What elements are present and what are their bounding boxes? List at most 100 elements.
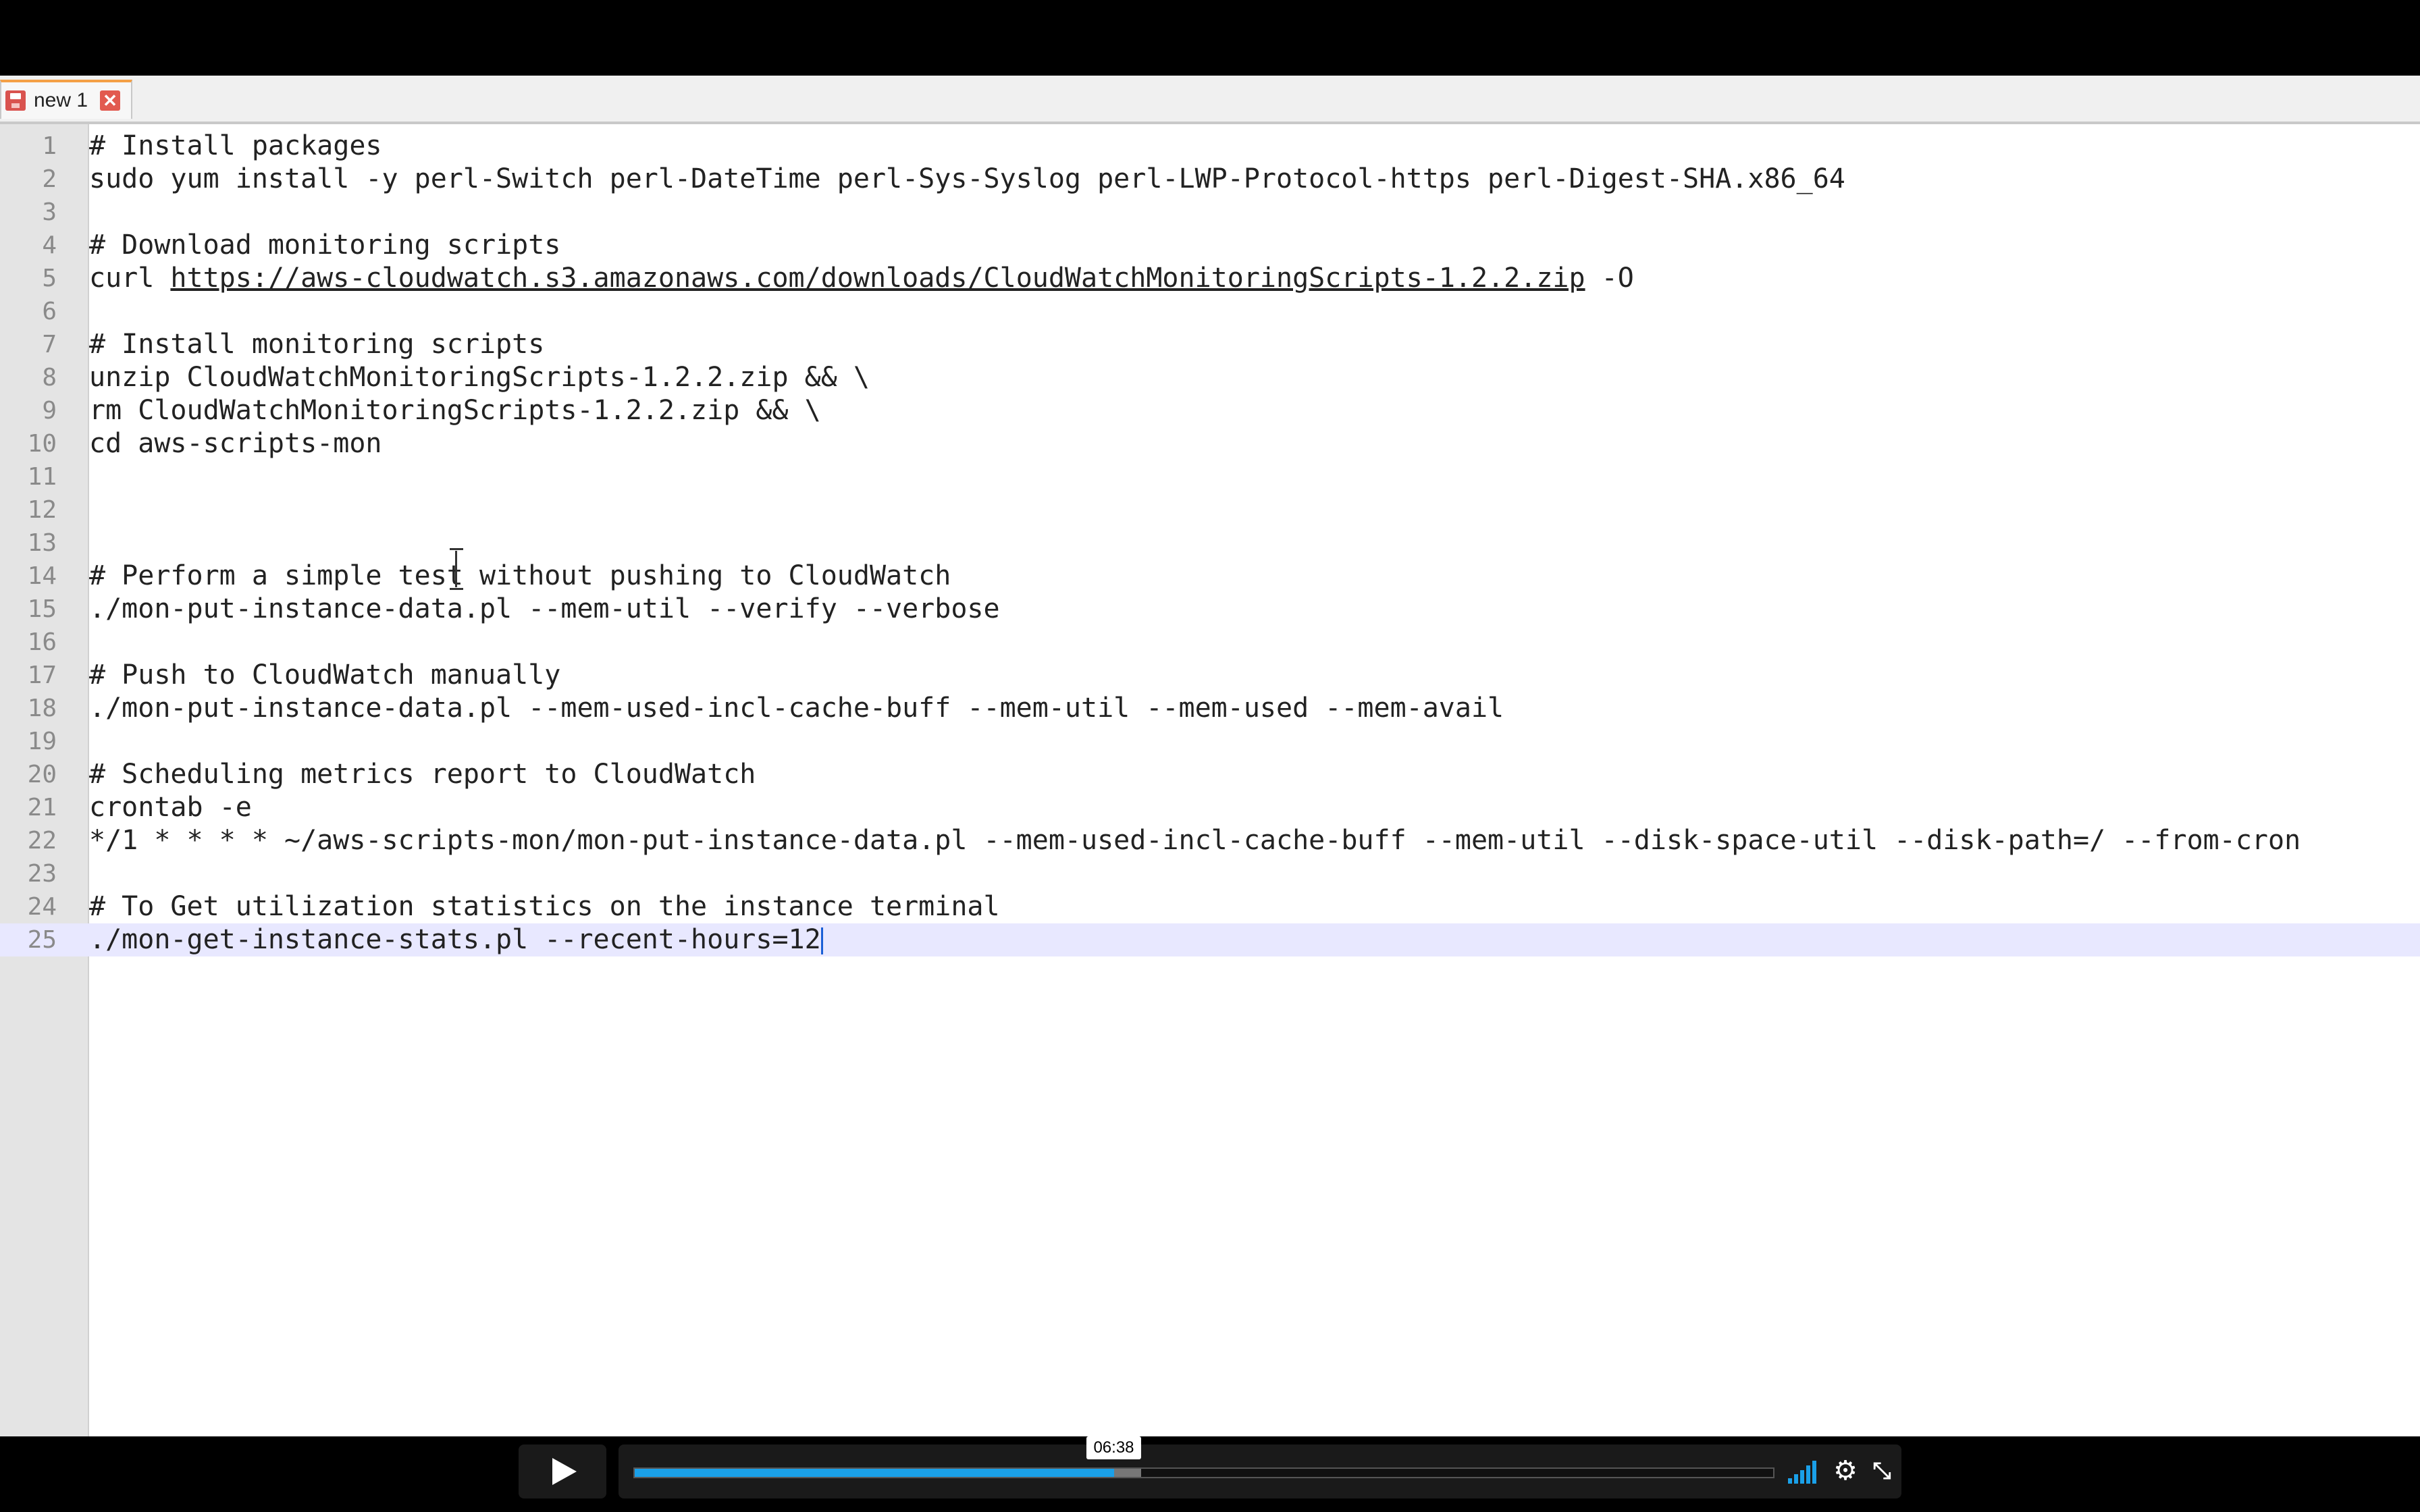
code-text-content: */1 * * * * ~/aws-scripts-mon/mon-put-in… [89, 825, 2301, 856]
play-button[interactable] [519, 1444, 606, 1498]
progress-bar[interactable] [633, 1467, 1774, 1478]
line-number: 25 [27, 926, 57, 954]
code-text[interactable]: ./mon-put-instance-data.pl --mem-used-in… [89, 692, 1504, 725]
line-number: 21 [27, 794, 57, 821]
code-line[interactable]: 21 crontab -e [0, 791, 2420, 824]
code-text-content: sudo yum install -y perl-Switch perl-Dat… [89, 163, 1845, 194]
download-url-link[interactable]: https://aws-cloudwatch.s3.amazonaws.com/… [170, 263, 1585, 294]
code-line[interactable]: 19 [0, 725, 2420, 758]
code-line[interactable]: 13 [0, 526, 2420, 560]
code-text-content: unzip CloudWatchMonitoringScripts-1.2.2.… [89, 362, 870, 393]
code-text-content: crontab -e [89, 792, 252, 823]
code-text[interactable]: crontab -e [89, 791, 252, 824]
code-text[interactable]: # Perform a simple test without pushing … [89, 560, 951, 593]
line-number: 2 [42, 165, 57, 193]
code-text[interactable]: # Scheduling metrics report to CloudWatc… [89, 758, 756, 791]
line-number: 16 [27, 628, 57, 656]
line-number: 8 [42, 364, 57, 392]
line-number: 15 [27, 595, 57, 623]
code-text[interactable]: sudo yum install -y perl-Switch perl-Dat… [89, 163, 1845, 196]
code-text-prefix: curl [89, 263, 171, 294]
text-editor-window: new 1 ✕ 1 # Install packages 2 sudo yum ins… [0, 76, 2420, 1436]
unsaved-file-icon [5, 90, 26, 111]
code-text[interactable]: # Push to CloudWatch manually [89, 659, 560, 692]
code-line[interactable]: 23 [0, 857, 2420, 890]
code-text[interactable]: # Install packages [89, 130, 382, 163]
code-line[interactable]: 10 cd aws-scripts-mon [0, 427, 2420, 460]
code-text[interactable]: # Install monitoring scripts [89, 328, 544, 361]
line-number: 10 [27, 430, 57, 458]
code-line[interactable]: 24 # To Get utilization statistics on the… [0, 890, 2420, 923]
code-text-content: ./mon-get-instance-stats.pl --recent-hou… [89, 924, 821, 955]
video-player-controls: 06:38 ⚙ ⤡ [0, 1436, 2420, 1512]
code-line[interactable]: 5 curl https://aws-cloudwatch.s3.amazonaw… [0, 262, 2420, 295]
text-caret [820, 927, 823, 954]
code-text[interactable]: curl https://aws-cloudwatch.s3.amazonaws… [89, 262, 1634, 295]
code-line[interactable]: 12 [0, 493, 2420, 526]
code-line[interactable]: 6 [0, 295, 2420, 328]
code-text[interactable]: # To Get utilization statistics on the i… [89, 890, 1000, 923]
code-text-content: # Perform a simple test without pushing … [89, 560, 951, 591]
text-cursor-icon [450, 548, 463, 590]
progress-played [635, 1469, 1114, 1477]
code-text-suffix: -O [1585, 263, 1634, 294]
code-line[interactable]: 20 # Scheduling metrics report to CloudWa… [0, 758, 2420, 791]
line-number: 24 [27, 893, 57, 921]
code-text[interactable]: unzip CloudWatchMonitoringScripts-1.2.2.… [89, 361, 870, 394]
code-line[interactable]: 9 rm CloudWatchMonitoringScripts-1.2.2.zi… [0, 394, 2420, 427]
line-number: 17 [27, 662, 57, 689]
code-line[interactable]: 11 [0, 460, 2420, 493]
code-text[interactable]: cd aws-scripts-mon [89, 427, 382, 460]
code-line[interactable]: 4 # Download monitoring scripts [0, 229, 2420, 262]
tab-close-icon[interactable]: ✕ [100, 90, 120, 111]
line-number: 13 [27, 529, 57, 557]
code-text[interactable]: ./mon-get-instance-stats.pl --recent-hou… [89, 923, 823, 956]
line-number: 14 [27, 562, 57, 590]
line-number: 23 [27, 860, 57, 888]
gear-icon[interactable]: ⚙ [1831, 1457, 1860, 1485]
code-line[interactable]: 3 [0, 196, 2420, 229]
code-line[interactable]: 15 ./mon-put-instance-data.pl --mem-util … [0, 593, 2420, 626]
volume-icon[interactable] [1788, 1459, 1820, 1484]
current-time-badge: 06:38 [1086, 1436, 1141, 1459]
code-line[interactable]: 7 # Install monitoring scripts [0, 328, 2420, 361]
code-line[interactable]: 25 ./mon-get-instance-stats.pl --recent-h… [0, 923, 2420, 956]
code-text[interactable]: rm CloudWatchMonitoringScripts-1.2.2.zip… [89, 394, 821, 427]
code-text[interactable]: ./mon-put-instance-data.pl --mem-util --… [89, 593, 1000, 626]
line-number: 19 [27, 728, 57, 755]
code-line[interactable]: 14 # Perform a simple test without pushin… [0, 560, 2420, 593]
fullscreen-icon[interactable]: ⤡ [1868, 1457, 1896, 1485]
code-text-content: # Download monitoring scripts [89, 230, 561, 261]
line-number: 18 [27, 695, 57, 722]
code-line[interactable]: 1 # Install packages [0, 130, 2420, 163]
code-text-content: # Scheduling metrics report to CloudWatc… [89, 759, 756, 790]
line-number: 5 [42, 265, 57, 292]
code-editor[interactable]: 1 # Install packages 2 sudo yum install -y … [0, 124, 2420, 1436]
tab-new-1[interactable]: new 1 ✕ [0, 80, 132, 119]
line-number: 3 [42, 198, 57, 226]
line-number: 7 [42, 331, 57, 358]
code-line[interactable]: 22 */1 * * * * ~/aws-scripts-mon/mon-put-… [0, 824, 2420, 857]
code-text-content: ./mon-put-instance-data.pl --mem-util --… [89, 593, 1000, 624]
line-number: 1 [42, 132, 57, 160]
code-line[interactable]: 2 sudo yum install -y perl-Switch perl-Da… [0, 163, 2420, 196]
code-text-content: # Install packages [89, 130, 382, 161]
code-text-content: cd aws-scripts-mon [89, 428, 382, 459]
code-text-content: # To Get utilization statistics on the i… [89, 891, 1000, 922]
line-number: 22 [27, 827, 57, 855]
code-line[interactable]: 8 unzip CloudWatchMonitoringScripts-1.2.2… [0, 361, 2420, 394]
line-number: 9 [42, 397, 57, 425]
line-number: 12 [27, 496, 57, 524]
code-line[interactable]: 16 [0, 626, 2420, 659]
tab-label: new 1 [34, 89, 88, 111]
line-number: 11 [27, 463, 57, 491]
code-text[interactable]: */1 * * * * ~/aws-scripts-mon/mon-put-in… [89, 824, 2300, 857]
code-text-content: # Install monitoring scripts [89, 329, 545, 360]
line-number: 20 [27, 761, 57, 788]
line-number: 4 [42, 232, 57, 259]
code-text[interactable]: # Download monitoring scripts [89, 229, 560, 262]
code-line[interactable]: 17 # Push to CloudWatch manually [0, 659, 2420, 692]
code-text-content: # Push to CloudWatch manually [89, 659, 561, 691]
code-line[interactable]: 18 ./mon-put-instance-data.pl --mem-used-… [0, 692, 2420, 725]
line-number: 6 [42, 298, 57, 325]
